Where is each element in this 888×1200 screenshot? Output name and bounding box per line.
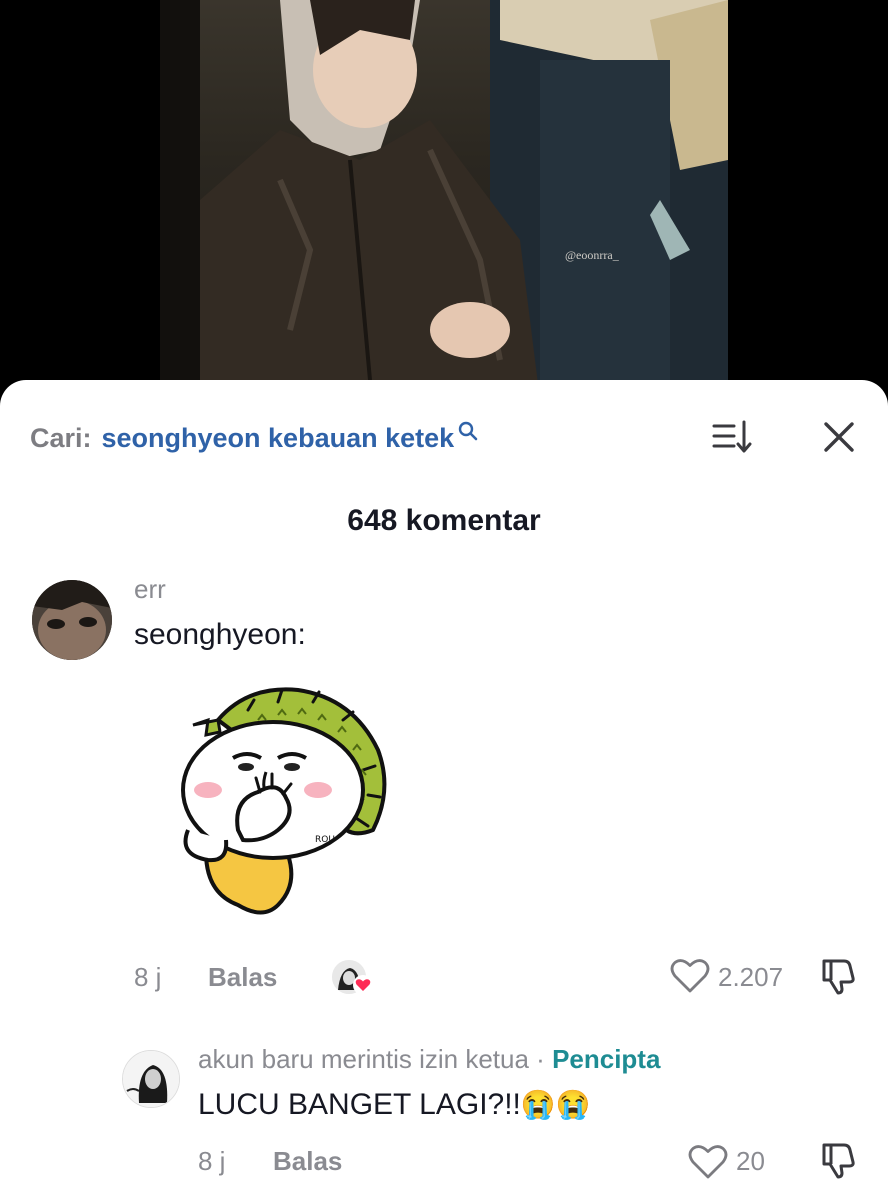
reply-like-heart-icon[interactable] (688, 1144, 728, 1180)
comment-time: 8 j (134, 962, 162, 992)
username-separator: · (528, 1044, 553, 1074)
creator-liked-badge (330, 958, 378, 998)
heart-badge-icon (353, 975, 373, 995)
comment-username[interactable]: err (134, 574, 166, 605)
reply-text-row: LUCU BANGET LAGI?!!😭😭 (198, 1088, 591, 1122)
sort-icon[interactable] (712, 418, 754, 456)
durian-sticker: ROU (181, 687, 387, 915)
close-icon[interactable] (820, 418, 858, 456)
video-watermark: @eoonrra_ (565, 248, 619, 262)
crying-emoji: 😭😭 (520, 1089, 591, 1120)
search-suggestion[interactable]: Cari: seonghyeon kebauan ketek (30, 418, 479, 458)
reply-avatar-image (123, 1051, 179, 1107)
reply-dislike-icon[interactable] (818, 1140, 858, 1180)
reply-avatar[interactable] (122, 1050, 180, 1108)
reply-username-row: akun baru merintis izin ketua · Pencipta (198, 1044, 660, 1075)
avatar[interactable] (32, 580, 112, 660)
comment-text: seonghyeon: (134, 618, 306, 651)
comment-count: 648 komentar (347, 504, 541, 537)
reply-time: 8 j (198, 1146, 226, 1176)
comments-sheet: Cari: seonghyeon kebauan ketek 648 komen… (0, 380, 888, 1200)
reply-reply-button[interactable]: Balas (273, 1146, 342, 1177)
dislike-icon[interactable] (818, 956, 858, 996)
reply-like-count: 20 (736, 1146, 765, 1176)
reply-button[interactable]: Balas (208, 962, 277, 993)
like-heart-icon[interactable] (670, 958, 710, 994)
reply-text: LUCU BANGET LAGI?!! (198, 1088, 521, 1121)
search-icon (458, 421, 478, 441)
video-scene-illustration (160, 0, 728, 400)
avatar-image (32, 580, 112, 660)
video-frame: @eoonrra_ (160, 0, 728, 400)
search-query-link[interactable]: seonghyeon kebauan ketek (102, 423, 455, 454)
creator-tag: Pencipta (552, 1044, 661, 1074)
search-prefix: Cari: (30, 422, 92, 453)
video-player[interactable]: @eoonrra_ (0, 0, 888, 420)
reply-username[interactable]: akun baru merintis izin ketua (198, 1044, 529, 1074)
sticker-label: ROU (315, 835, 335, 845)
like-count: 2.207 (718, 962, 784, 992)
